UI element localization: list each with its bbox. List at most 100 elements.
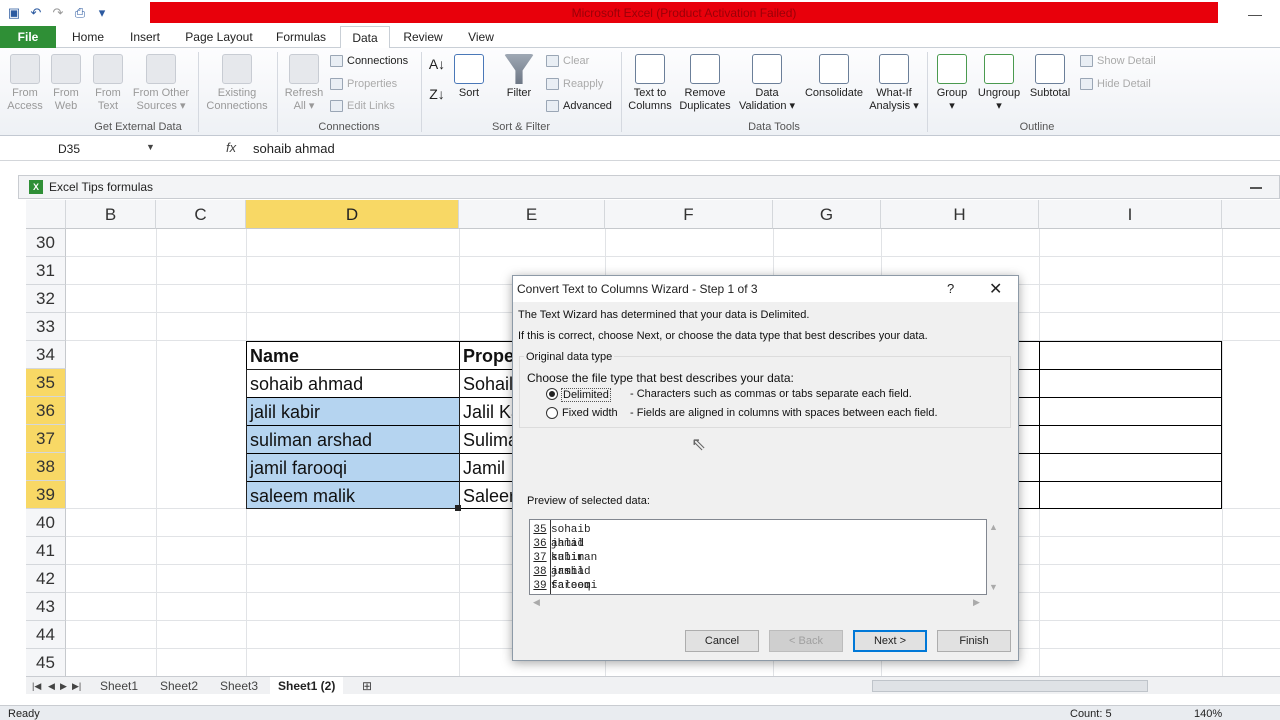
what-if-analysis-button[interactable]: What-If Analysis ▾ <box>866 54 922 113</box>
row-header[interactable]: 35 <box>26 369 66 397</box>
cell-e37[interactable]: Sulima <box>460 426 516 454</box>
cell-d38[interactable]: jamil farooqi <box>247 454 459 482</box>
insert-function-icon[interactable]: fx <box>226 140 236 155</box>
fixed-width-radio[interactable] <box>546 407 558 419</box>
cell-e35[interactable]: Sohail <box>460 370 516 398</box>
tab-insert[interactable]: Insert <box>120 26 170 48</box>
sheet-tab[interactable]: Sheet3 <box>212 677 266 695</box>
next-button[interactable]: Next > <box>853 630 927 652</box>
row-header[interactable]: 33 <box>26 313 66 341</box>
scroll-down-icon[interactable]: ▼ <box>989 582 998 592</box>
cell-d34[interactable]: Name <box>247 342 459 370</box>
group-button[interactable]: Group ▾ <box>930 54 974 113</box>
fixed-width-label[interactable]: Fixed width <box>562 407 618 419</box>
ungroup-button[interactable]: Ungroup ▾ <box>974 54 1024 113</box>
cell-d36[interactable]: jalil kabir <box>247 398 459 426</box>
cell-d35[interactable]: sohaib ahmad <box>247 370 459 398</box>
sort-az-button[interactable]: A↓ <box>426 57 448 71</box>
sort-za-button[interactable]: Z↓ <box>426 87 448 101</box>
row-header[interactable]: 34 <box>26 341 66 369</box>
formula-input[interactable]: sohaib ahmad <box>253 140 335 158</box>
cell-e34[interactable]: Prope <box>460 342 516 370</box>
undo-icon[interactable]: ↶ <box>26 3 46 23</box>
data-validation-button[interactable]: Data Validation ▾ <box>734 54 800 113</box>
advanced-button[interactable]: Advanced <box>546 99 612 113</box>
hide-detail-button[interactable]: Hide Detail <box>1080 77 1151 91</box>
from-other-sources-button[interactable]: From Other Sources ▾ <box>128 54 194 113</box>
cell-d39[interactable]: saleem malik <box>247 482 459 510</box>
customize-qat-icon[interactable]: ▾ <box>92 3 112 23</box>
cell-e39[interactable]: Saleer <box>460 482 516 510</box>
row-header[interactable]: 44 <box>26 621 66 649</box>
column-header[interactable]: G <box>773 200 881 229</box>
row-header[interactable]: 40 <box>26 509 66 537</box>
prev-sheet-icon[interactable]: ◀ <box>48 677 55 695</box>
row-header[interactable]: 43 <box>26 593 66 621</box>
save-icon[interactable]: ▣ <box>4 3 24 23</box>
edit-links-button[interactable]: Edit Links <box>330 99 395 113</box>
remove-duplicates-button[interactable]: Remove Duplicates <box>676 54 734 113</box>
sheet-tab[interactable]: Sheet2 <box>152 677 206 695</box>
minimize-icon[interactable]: — <box>1240 6 1270 22</box>
column-header[interactable]: B <box>66 200 156 229</box>
workbook-minimize-icon[interactable] <box>1250 187 1262 189</box>
row-header[interactable]: 39 <box>26 481 66 509</box>
row-header[interactable]: 38 <box>26 453 66 481</box>
tab-file[interactable]: File <box>0 26 56 48</box>
column-header[interactable]: F <box>605 200 773 229</box>
cell-d37[interactable]: suliman arshad <box>247 426 459 454</box>
refresh-all-button[interactable]: Refresh All ▾ <box>282 54 326 113</box>
row-header[interactable]: 31 <box>26 257 66 285</box>
consolidate-button[interactable]: Consolidate <box>800 54 868 100</box>
from-text-button[interactable]: From Text <box>88 54 128 113</box>
row-header[interactable]: 45 <box>26 649 66 676</box>
back-button[interactable]: < Back <box>769 630 843 652</box>
text-to-columns-button[interactable]: Text to Columns <box>624 54 676 113</box>
column-header[interactable]: C <box>156 200 246 229</box>
cancel-button[interactable]: Cancel <box>685 630 759 652</box>
connections-button[interactable]: Connections <box>330 54 408 68</box>
row-header[interactable]: 37 <box>26 425 66 453</box>
clear-button[interactable]: Clear <box>546 54 589 68</box>
last-sheet-icon[interactable]: ▶| <box>72 677 81 695</box>
close-icon[interactable]: ✕ <box>989 279 1002 299</box>
tab-home[interactable]: Home <box>64 26 112 48</box>
select-all-corner[interactable] <box>26 200 66 229</box>
row-header[interactable]: 42 <box>26 565 66 593</box>
scroll-up-icon[interactable]: ▲ <box>989 522 998 532</box>
sheet-tab-active[interactable]: Sheet1 (2) <box>270 677 344 695</box>
delimited-radio[interactable] <box>546 388 558 400</box>
column-header[interactable]: I <box>1039 200 1222 229</box>
tab-data[interactable]: Data <box>340 26 390 49</box>
column-header[interactable]: E <box>459 200 605 229</box>
from-access-button[interactable]: From Access <box>4 54 46 113</box>
cell-e38[interactable]: Jamil <box>460 454 516 482</box>
tab-view[interactable]: View <box>458 26 504 48</box>
row-header[interactable]: 41 <box>26 537 66 565</box>
row-header[interactable]: 36 <box>26 397 66 425</box>
reapply-button[interactable]: Reapply <box>546 77 603 91</box>
from-web-button[interactable]: From Web <box>46 54 86 113</box>
horizontal-scrollbar[interactable] <box>872 680 1148 692</box>
subtotal-button[interactable]: Subtotal <box>1024 54 1076 100</box>
tab-page-layout[interactable]: Page Layout <box>178 26 260 48</box>
insert-sheet-icon[interactable]: ⊞ <box>362 677 372 695</box>
scroll-right-icon[interactable]: ▶ <box>973 597 980 608</box>
next-sheet-icon[interactable]: ▶ <box>60 677 67 695</box>
first-sheet-icon[interactable]: |◀ <box>32 677 41 695</box>
zoom-level[interactable]: 140% <box>1194 708 1222 720</box>
show-detail-button[interactable]: Show Detail <box>1080 54 1156 68</box>
sort-button[interactable]: Sort <box>452 54 486 100</box>
column-header[interactable]: D <box>246 200 459 229</box>
existing-connections-button[interactable]: Existing Connections <box>202 54 272 113</box>
sheet-tab[interactable]: Sheet1 <box>92 677 146 695</box>
row-header[interactable]: 32 <box>26 285 66 313</box>
tab-formulas[interactable]: Formulas <box>268 26 334 48</box>
cell-e36[interactable]: Jalil Ka <box>460 398 516 426</box>
delimited-label[interactable]: Delimited <box>561 388 611 402</box>
column-header[interactable]: H <box>881 200 1039 229</box>
filter-button[interactable]: Filter <box>500 54 538 100</box>
column-header[interactable] <box>1222 200 1280 229</box>
data-preview[interactable]: 35 sohaib ahmad 36 jalil kabir 37 suliman a… <box>529 519 987 595</box>
tab-review[interactable]: Review <box>396 26 450 48</box>
